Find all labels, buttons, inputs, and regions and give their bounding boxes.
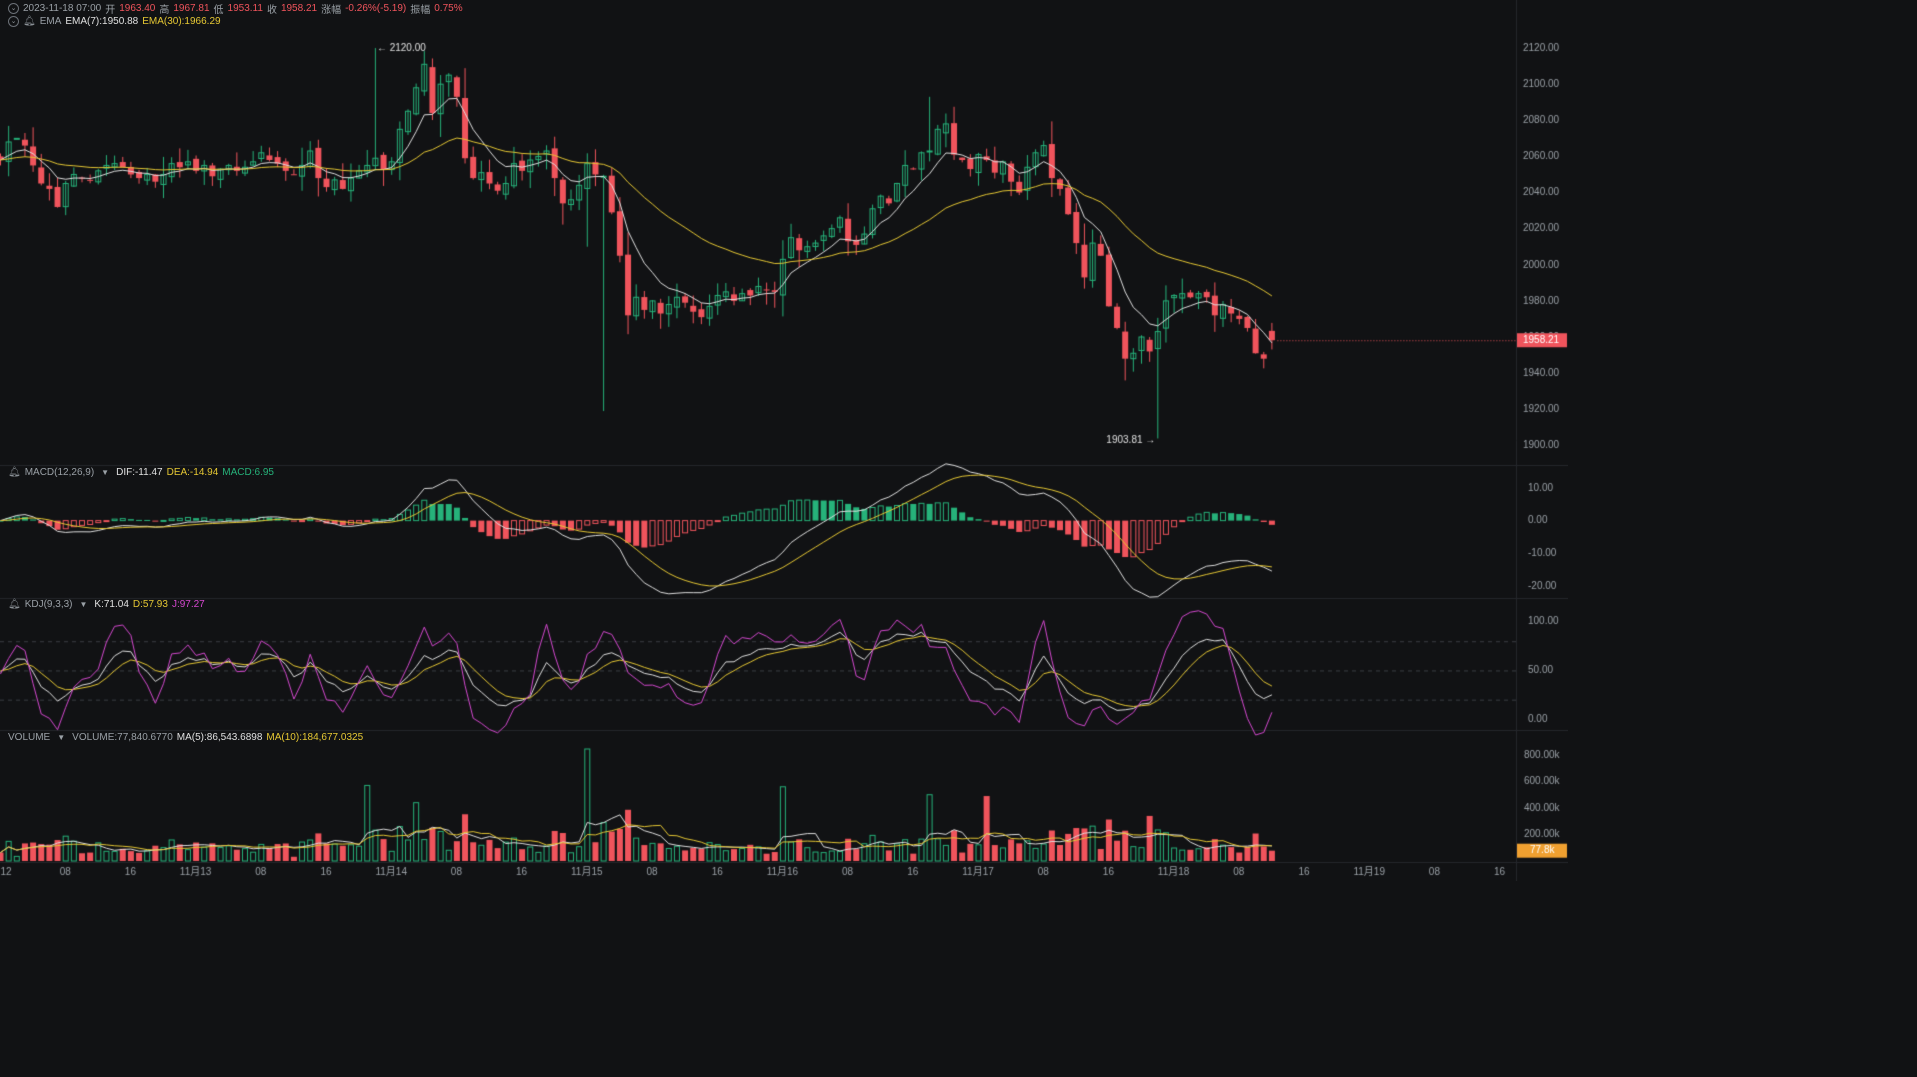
- ema-indicator-name[interactable]: EMA: [40, 16, 62, 27]
- collapse-icon[interactable]: ⌄: [8, 16, 19, 27]
- alert-bell-icon[interactable]: 🔔︎: [23, 16, 36, 27]
- ema7-value: EMA(7):1950.88: [65, 16, 139, 27]
- volume-value: VOLUME:77,840.6770: [72, 732, 173, 743]
- open-label: 开: [105, 5, 116, 16]
- macd-hist-value: MACD:6.95: [222, 467, 274, 478]
- amp-value: 0.75%: [434, 3, 463, 14]
- dropdown-caret-icon[interactable]: ▼: [80, 600, 88, 609]
- kdj-indicator-name[interactable]: KDJ(9,3,3): [25, 599, 73, 610]
- open-value: 1963.40: [119, 3, 156, 14]
- kdj-j-value: J:97.27: [171, 599, 205, 610]
- alert-bell-icon[interactable]: 🔔︎: [8, 467, 21, 478]
- macd-dea-value: DEA:-14.94: [166, 467, 219, 478]
- high-value: 1967.81: [173, 3, 210, 14]
- candlestick-chart[interactable]: [0, 0, 1568, 881]
- collapse-icon[interactable]: ⌄: [8, 3, 19, 14]
- close-value: 1958.21: [280, 3, 318, 14]
- macd-dif-value: DIF:-11.47: [116, 467, 163, 478]
- kdj-k-value: K:71.04: [94, 599, 129, 610]
- change-label: 涨幅: [321, 5, 342, 16]
- high-label: 高: [159, 5, 170, 16]
- dropdown-caret-icon[interactable]: ▼: [57, 733, 65, 742]
- alert-bell-icon[interactable]: 🔔︎: [8, 599, 21, 610]
- ohlc-info-bar: ⌄ 2023-11-18 07:00 开 1963.40 高 1967.81 低 19…: [8, 1, 463, 16]
- macd-legend: 🔔︎ MACD(12,26,9) ▼ DIF:-11.47 DEA:-14.94…: [8, 467, 274, 478]
- ema30-value: EMA(30):1966.29: [142, 16, 221, 27]
- volume-indicator-name[interactable]: VOLUME: [8, 732, 50, 743]
- volume-ma10-value: MA(10):184,677.0325: [266, 732, 364, 743]
- volume-ma5-value: MA(5):86,543.6898: [176, 732, 263, 743]
- change-value: -0.26%(-5.19): [345, 3, 407, 14]
- volume-legend: VOLUME ▼ VOLUME:77,840.6770 MA(5):86,543…: [8, 732, 363, 743]
- amp-label: 振幅: [410, 5, 431, 16]
- ema-legend: ⌄ 🔔︎ EMA EMA(7):1950.88 EMA(30):1966.29: [8, 16, 221, 27]
- low-label: 低: [213, 5, 224, 16]
- dropdown-caret-icon[interactable]: ▼: [101, 468, 109, 477]
- macd-indicator-name[interactable]: MACD(12,26,9): [25, 467, 94, 478]
- low-value: 1953.11: [227, 3, 263, 14]
- kdj-legend: 🔔︎ KDJ(9,3,3) ▼ K:71.04 D:57.93 J:97.27: [8, 599, 205, 610]
- header-date: 2023-11-18 07:00: [23, 3, 102, 14]
- kdj-d-value: D:57.93: [132, 599, 168, 610]
- close-label: 收: [266, 5, 277, 16]
